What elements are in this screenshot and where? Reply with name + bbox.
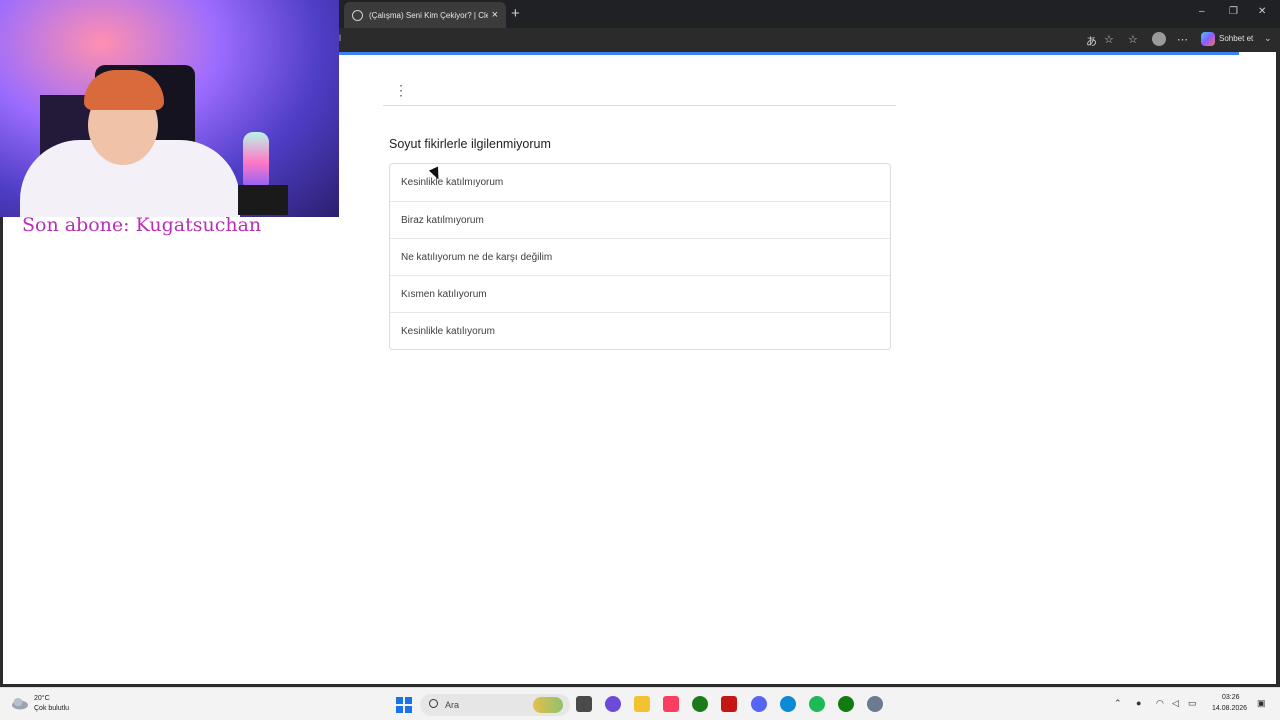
- loading-icon: [352, 9, 363, 21]
- screen: (Çalışma) Seni Kim Çekiyor? | Clea × + –…: [0, 0, 1280, 720]
- copilot-icon[interactable]: [1201, 32, 1215, 46]
- star-icon[interactable]: ☆: [1104, 33, 1114, 46]
- volume-icon[interactable]: ◁: [1172, 698, 1179, 709]
- window-border: [0, 217, 3, 686]
- cloud-icon[interactable]: [11, 696, 29, 710]
- settings-icon[interactable]: [867, 696, 883, 712]
- chevron-down-icon[interactable]: ⌄: [1264, 33, 1272, 44]
- new-tab-button[interactable]: +: [511, 5, 520, 22]
- header-divider: [383, 105, 896, 106]
- battery-icon[interactable]: ▭: [1188, 698, 1197, 709]
- profile-avatar[interactable]: [1152, 32, 1166, 46]
- answer-option-3[interactable]: Ne katılıyorum ne de karşı değilim: [390, 238, 890, 275]
- search-highlight-icon: [533, 697, 563, 713]
- webcam-overlay: [0, 0, 339, 217]
- address-bar[interactable]: l: [339, 33, 341, 43]
- tab-title: (Çalışma) Seni Kim Çekiyor? | Clea: [369, 10, 488, 20]
- answer-options-list: Kesinlikle katılmıyorum Biraz katılmıyor…: [389, 163, 891, 350]
- window-border: [1276, 52, 1280, 686]
- answer-option-1[interactable]: Kesinlikle katılmıyorum: [390, 164, 890, 201]
- start-button[interactable]: [396, 697, 412, 713]
- file-explorer-icon[interactable]: [634, 696, 650, 712]
- chevron-up-icon[interactable]: ⌃: [1114, 698, 1122, 709]
- question-title: Soyut fikirlerle ilgilenmiyorum: [389, 137, 551, 151]
- more-icon[interactable]: ⋯: [1177, 33, 1188, 46]
- answer-option-2[interactable]: Biraz katılmıyorum: [390, 201, 890, 238]
- xbox-icon[interactable]: [692, 696, 708, 712]
- answer-option-5[interactable]: Kesinlikle katılıyorum: [390, 312, 890, 349]
- microphone-icon[interactable]: ●: [1136, 698, 1141, 708]
- windows-logo-pane: [396, 697, 403, 704]
- music-app-icon[interactable]: [663, 696, 679, 712]
- more-options-icon[interactable]: ⋮: [394, 82, 408, 98]
- minimize-button[interactable]: –: [1199, 6, 1205, 17]
- xbox-app-icon[interactable]: [838, 696, 854, 712]
- clock-time[interactable]: 03:26: [1222, 694, 1240, 701]
- taskbar: 20°C Çok bulutlu Ara ⌃ ● ◠ ◁ ▭ 03:26 14.…: [0, 687, 1280, 720]
- spotify-icon[interactable]: [809, 696, 825, 712]
- windows-logo-pane: [405, 706, 412, 713]
- discord-icon[interactable]: [751, 696, 767, 712]
- windows-logo-pane: [396, 706, 403, 713]
- notification-icon[interactable]: ▣: [1257, 698, 1266, 709]
- translate-icon[interactable]: あ: [1086, 33, 1097, 49]
- weather-description[interactable]: Çok bulutlu: [34, 705, 69, 712]
- browser-tab-active[interactable]: (Çalışma) Seni Kim Çekiyor? | Clea ×: [344, 2, 506, 28]
- favorites-icon[interactable]: ☆: [1128, 33, 1138, 46]
- cam-mic-stand: [238, 185, 288, 215]
- app-icon[interactable]: [721, 696, 737, 712]
- search-icon: [429, 699, 438, 708]
- edge-icon[interactable]: [780, 696, 796, 712]
- restore-button[interactable]: ❐: [1229, 6, 1238, 17]
- answer-option-4[interactable]: Kısmen katılıyorum: [390, 275, 890, 312]
- tab-close-icon[interactable]: ×: [492, 9, 498, 21]
- clock-date[interactable]: 14.08.2026: [1212, 705, 1247, 712]
- chat-button[interactable]: Sohbet et: [1219, 34, 1253, 43]
- search-placeholder: Ara: [445, 700, 460, 710]
- task-view-icon[interactable]: [576, 696, 592, 712]
- windows-logo-pane: [405, 697, 412, 704]
- close-window-button[interactable]: ✕: [1258, 6, 1266, 17]
- weather-temperature[interactable]: 20°C: [34, 695, 50, 702]
- taskbar-search[interactable]: Ara: [420, 694, 570, 716]
- page-load-progress: [339, 52, 1239, 55]
- app-icon[interactable]: [605, 696, 621, 712]
- cam-microphone: [243, 132, 269, 192]
- wifi-icon[interactable]: ◠: [1156, 698, 1164, 709]
- latest-subscriber-label: Son abone: Kugatsuchan: [22, 214, 262, 236]
